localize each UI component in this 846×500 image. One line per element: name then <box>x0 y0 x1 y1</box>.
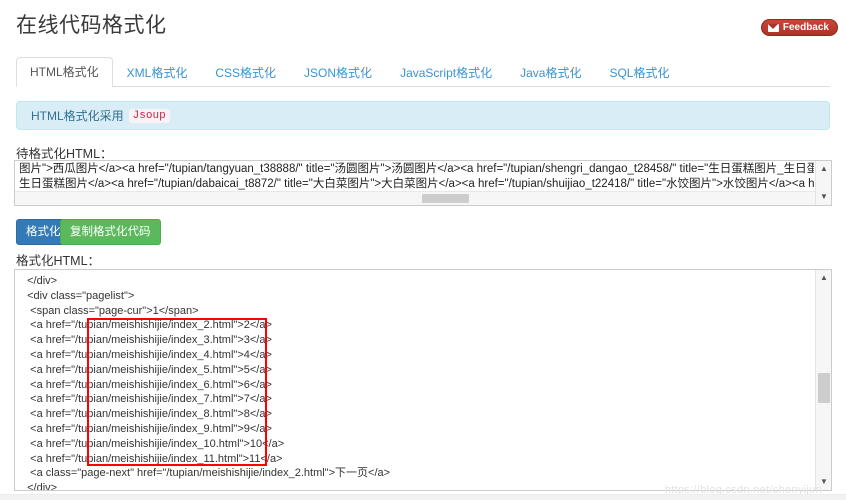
envelope-icon <box>767 23 779 32</box>
tab-java[interactable]: Java格式化 <box>506 58 595 87</box>
output-vscroll-thumb[interactable] <box>818 373 830 403</box>
input-textarea-value: 图片">西瓜图片</a><a href="/tupian/tangyuan_t3… <box>19 163 814 191</box>
feedback-button-label: Feedback <box>782 22 829 33</box>
input-textarea[interactable]: 图片">西瓜图片</a><a href="/tupian/tangyuan_t3… <box>14 160 832 206</box>
tab-xml[interactable]: XML格式化 <box>113 58 202 87</box>
tab-sql[interactable]: SQL格式化 <box>595 58 683 87</box>
scroll-down-icon[interactable]: ▼ <box>816 190 831 204</box>
info-alert-text: HTML格式化采用 <box>31 109 124 123</box>
tab-javascript[interactable]: JavaScript格式化 <box>386 58 506 87</box>
tab-css[interactable]: CSS格式化 <box>201 58 290 87</box>
scroll-up-icon[interactable]: ▲ <box>816 271 831 285</box>
output-textarea[interactable]: </div> <div class="pagelist"> <span clas… <box>14 269 832 491</box>
info-alert: HTML格式化采用 Jsoup <box>16 101 830 130</box>
jsoup-link[interactable]: Jsoup <box>128 108 170 123</box>
output-vertical-scrollbar[interactable]: ▲ ▼ <box>815 270 831 490</box>
feedback-button[interactable]: Feedback <box>760 19 838 36</box>
page-root: 在线代码格式化 Feedback HTML格式化 XML格式化 CSS格式化 J… <box>0 0 846 500</box>
output-textarea-value: </div> <div class="pagelist"> <span clas… <box>27 275 391 491</box>
scroll-up-icon[interactable]: ▲ <box>816 162 831 176</box>
page-title: 在线代码格式化 <box>16 14 167 37</box>
output-label: 格式化HTML： <box>16 254 101 268</box>
page-bottom-edge <box>0 494 846 500</box>
input-vertical-scrollbar[interactable]: ▲ ▼ <box>815 161 831 205</box>
input-horizontal-scrollbar[interactable] <box>15 191 815 205</box>
tab-json[interactable]: JSON格式化 <box>290 58 386 87</box>
format-tabs: HTML格式化 XML格式化 CSS格式化 JSON格式化 JavaScript… <box>16 57 830 87</box>
input-hscroll-thumb[interactable] <box>422 194 469 203</box>
tab-html[interactable]: HTML格式化 <box>16 57 113 87</box>
copy-button[interactable]: 复制格式化代码 <box>60 219 161 245</box>
